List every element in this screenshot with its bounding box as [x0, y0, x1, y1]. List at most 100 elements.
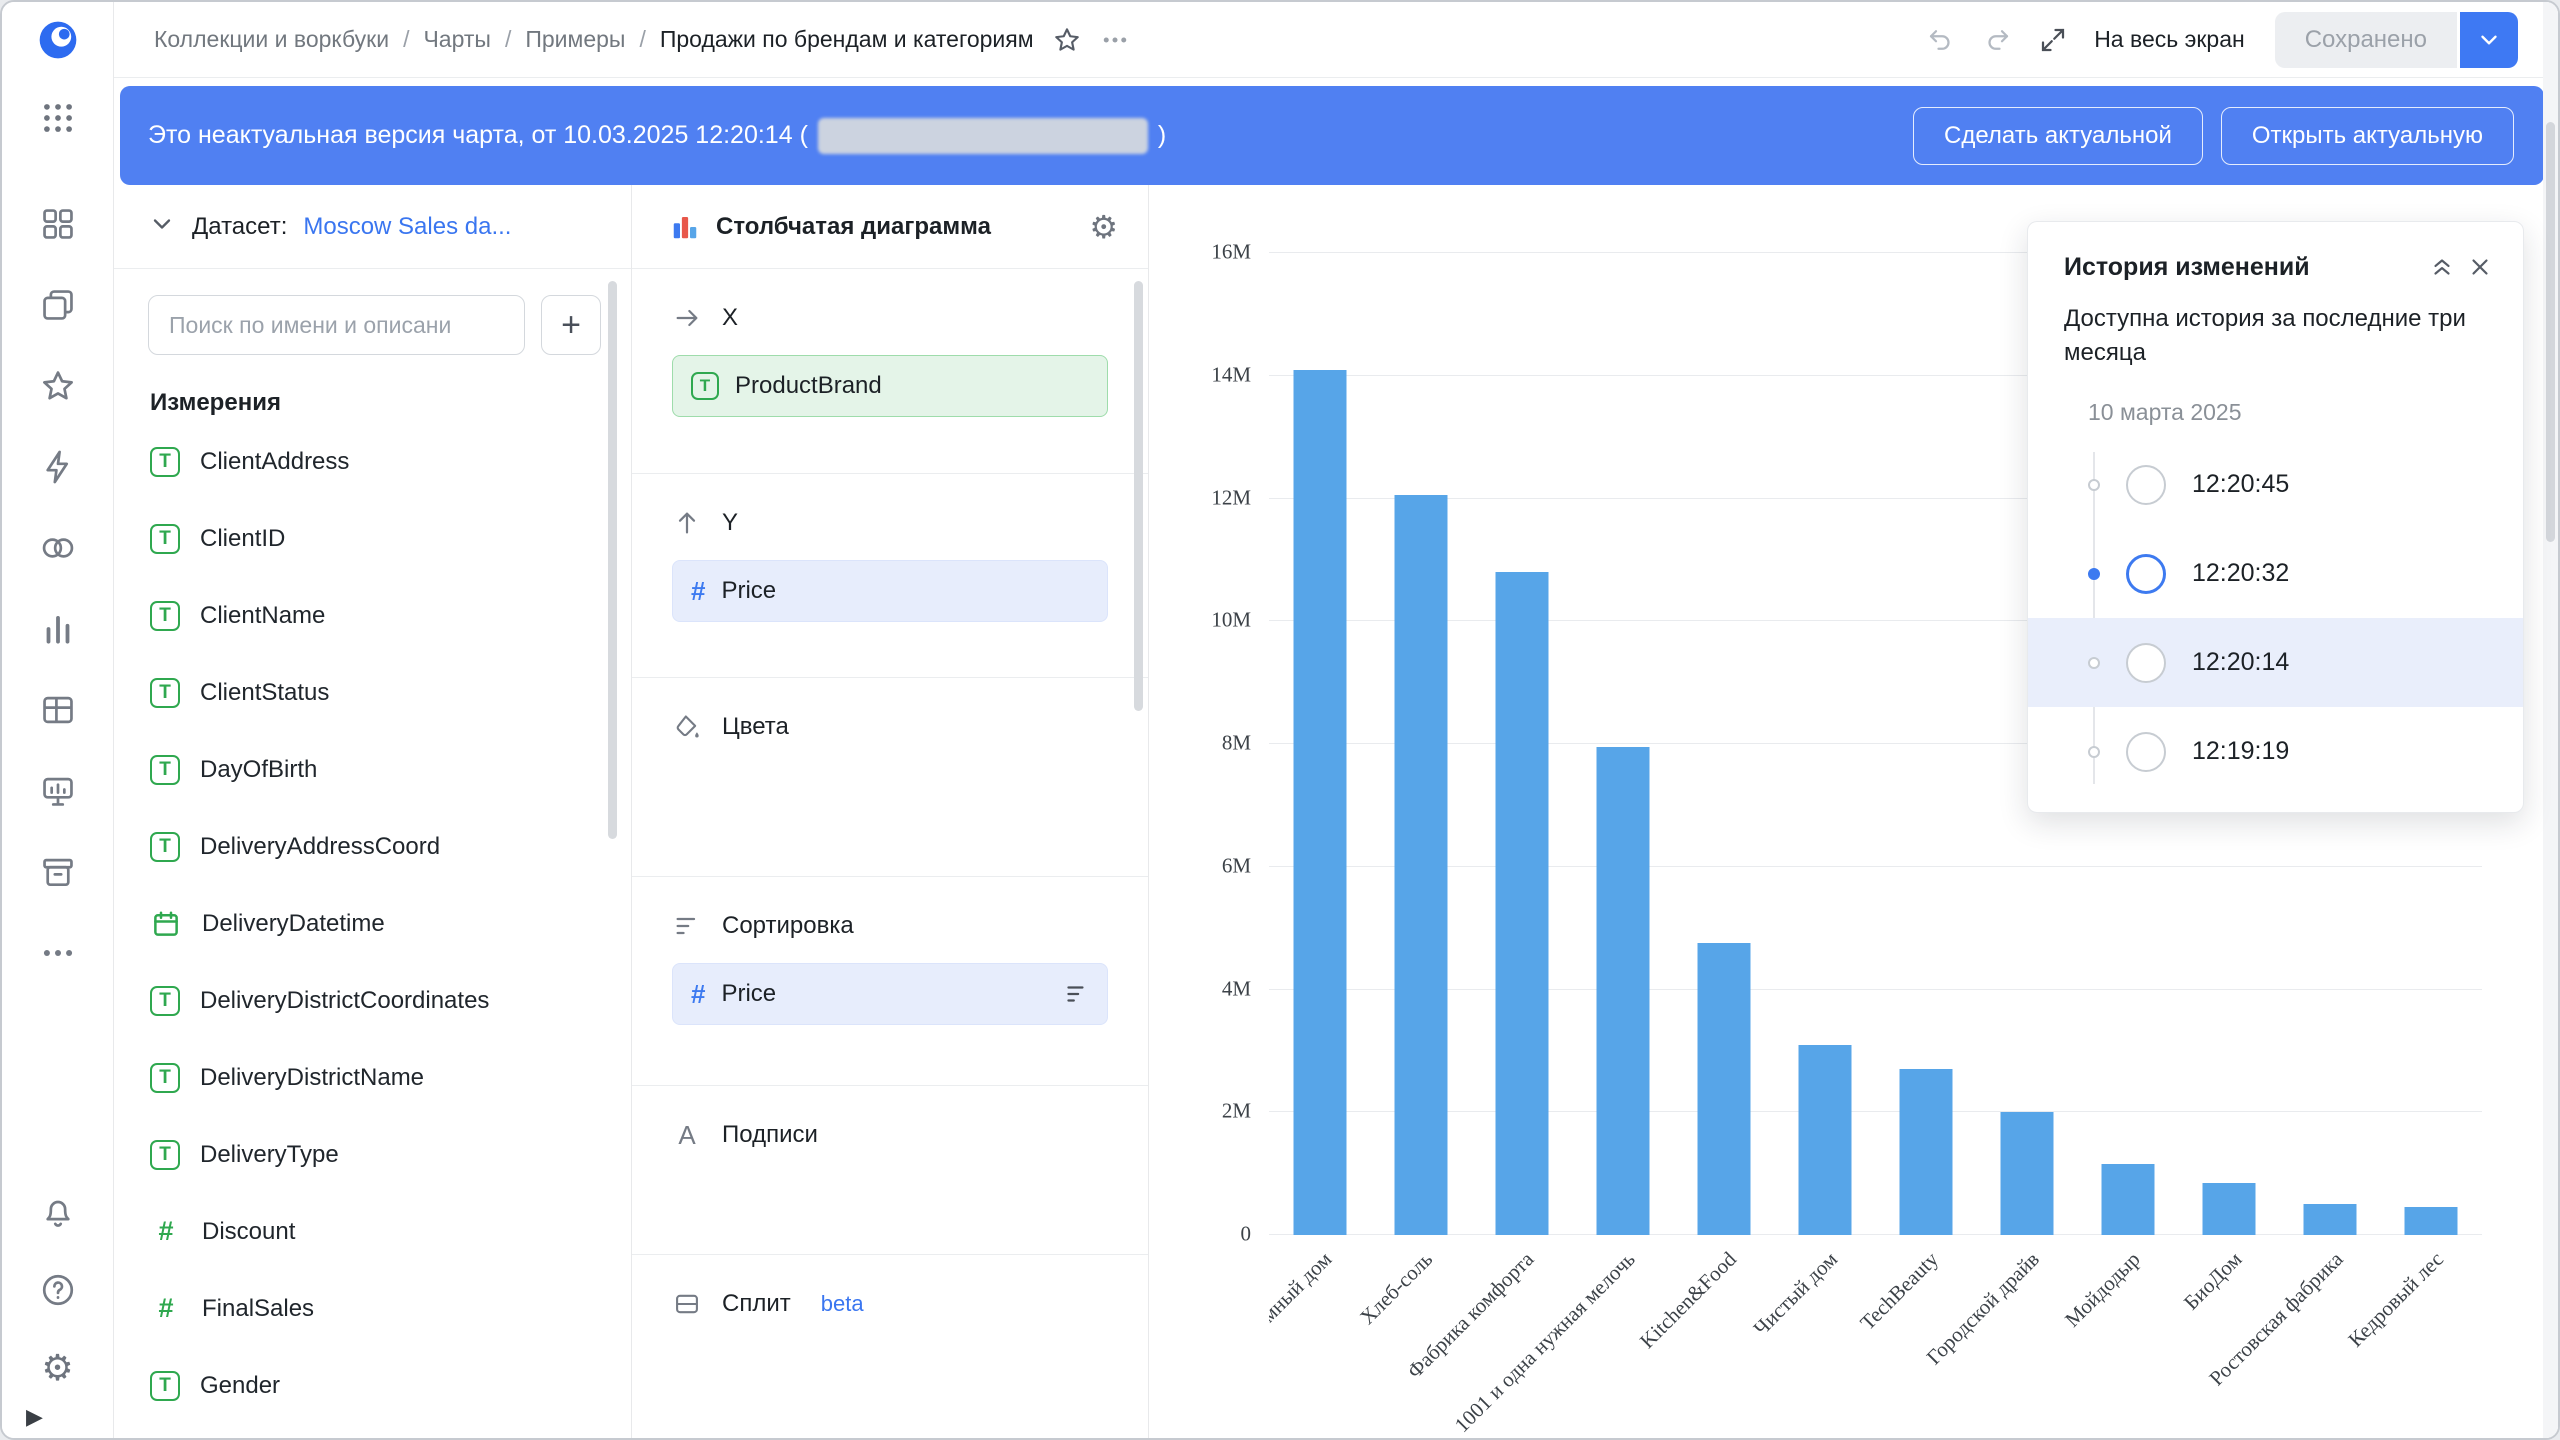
- bar-cell: [1269, 253, 1370, 1235]
- bar[interactable]: [1697, 943, 1750, 1235]
- ellipsis-icon[interactable]: [36, 931, 80, 975]
- field-item[interactable]: TGender: [114, 1347, 631, 1424]
- bar[interactable]: [2405, 1207, 2458, 1235]
- open-actual-button[interactable]: Открыть актуальную: [2221, 107, 2514, 165]
- fullscreen-icon[interactable]: [2038, 25, 2068, 55]
- field-item[interactable]: TDeliveryAddressCoord: [114, 808, 631, 885]
- config-scrollbar[interactable]: [1134, 281, 1143, 711]
- field-search-input[interactable]: [148, 295, 525, 355]
- datalens-logo-icon[interactable]: [36, 18, 80, 62]
- x-section-header: X: [672, 291, 1108, 345]
- version-radio[interactable]: [2126, 732, 2166, 772]
- collapse-up-icon[interactable]: [2423, 248, 2461, 286]
- saved-button[interactable]: Сохранено: [2275, 12, 2457, 68]
- bar[interactable]: [2001, 1112, 2054, 1235]
- version-time: 12:19:19: [2192, 737, 2289, 766]
- x-axis-label: Разумный дом: [1269, 1247, 1337, 1355]
- version-radio[interactable]: [2126, 554, 2166, 594]
- redo-icon[interactable]: [1982, 25, 2012, 55]
- make-actual-button[interactable]: Сделать актуальной: [1913, 107, 2203, 165]
- field-item[interactable]: TDeliveryType: [114, 1116, 631, 1193]
- section-x: X T ProductBrand: [632, 269, 1148, 474]
- breadcrumb: Коллекции и воркбуки / Чарты / Примеры /…: [154, 26, 1034, 53]
- breadcrumb-charts[interactable]: Чарты: [423, 26, 490, 53]
- sort-section-header: Сортировка: [672, 899, 1108, 953]
- collapse-play-icon[interactable]: ▶: [26, 1404, 43, 1430]
- text-type-icon: T: [150, 678, 180, 708]
- save-button-group: Сохранено: [2275, 12, 2518, 68]
- table-icon[interactable]: [36, 688, 80, 732]
- gear-icon[interactable]: ⚙: [36, 1346, 80, 1390]
- x-field-chip[interactable]: T ProductBrand: [672, 355, 1108, 417]
- field-name: FinalSales: [202, 1295, 314, 1323]
- history-subtitle: Доступна история за последние три месяца: [2064, 302, 2487, 369]
- history-title: История изменений: [2064, 253, 2423, 282]
- add-field-button[interactable]: +: [541, 295, 601, 355]
- favorite-star-icon[interactable]: [1052, 25, 1082, 55]
- field-item[interactable]: TClientName: [114, 577, 631, 654]
- field-item[interactable]: TDayOfBirth: [114, 731, 631, 808]
- dataset-header[interactable]: Датасет: Moscow Sales da...: [114, 185, 631, 269]
- history-panel: История изменений Доступна история за по…: [2027, 221, 2524, 813]
- bar[interactable]: [1798, 1045, 1851, 1235]
- chart-type-header[interactable]: Столбчатая диаграмма ⚙: [632, 185, 1148, 269]
- field-search-row: +: [114, 269, 631, 363]
- breadcrumb-separator: /: [403, 26, 409, 53]
- bar[interactable]: [1900, 1069, 1953, 1235]
- save-dropdown-button[interactable]: [2460, 12, 2518, 68]
- bell-icon[interactable]: [36, 1190, 80, 1234]
- chart-settings-gear-icon[interactable]: ⚙: [1089, 211, 1118, 243]
- bolt-icon[interactable]: [36, 445, 80, 489]
- field-name: DeliveryAddressCoord: [200, 833, 440, 861]
- version-radio[interactable]: [2126, 465, 2166, 505]
- page-scrollbar-thumb[interactable]: [2546, 122, 2555, 542]
- monitor-chart-icon[interactable]: [36, 769, 80, 813]
- star-icon[interactable]: [36, 364, 80, 408]
- field-item[interactable]: TClientAddress: [114, 423, 631, 500]
- sort-field-chip[interactable]: # Price: [672, 963, 1108, 1025]
- archive-box-icon[interactable]: [36, 850, 80, 894]
- field-item[interactable]: TClientID: [114, 500, 631, 577]
- bar[interactable]: [2203, 1183, 2256, 1235]
- layers-icon[interactable]: [36, 283, 80, 327]
- field-item[interactable]: TDeliveryDistrictCoordinates: [114, 962, 631, 1039]
- field-item[interactable]: #Discount: [114, 1193, 631, 1270]
- history-entries: 12:20:4512:20:3212:20:14 12:19:19: [2028, 440, 2523, 796]
- x-label-cell: Разумный дом: [1269, 1243, 1370, 1438]
- bar[interactable]: [1293, 370, 1346, 1235]
- field-item[interactable]: #FinalSales: [114, 1270, 631, 1347]
- bar-chart-icon[interactable]: [36, 607, 80, 651]
- undo-icon[interactable]: [1926, 25, 1956, 55]
- y-field-chip[interactable]: # Price: [672, 560, 1108, 622]
- rings-icon[interactable]: [36, 526, 80, 570]
- field-item[interactable]: TDeliveryDistrictName: [114, 1039, 631, 1116]
- bar[interactable]: [1495, 572, 1548, 1235]
- colors-section-header: Цвета: [672, 700, 1108, 754]
- breadcrumb-examples[interactable]: Примеры: [525, 26, 625, 53]
- close-icon[interactable]: [2461, 248, 2499, 286]
- more-options-icon[interactable]: [1100, 25, 1130, 55]
- bar[interactable]: [2102, 1164, 2155, 1235]
- history-entry[interactable]: 12:19:19: [2028, 707, 2523, 796]
- chevron-down-icon[interactable]: [148, 210, 176, 243]
- dataset-name-link[interactable]: Moscow Sales da...: [303, 213, 511, 241]
- y-section-label: Y: [722, 509, 738, 537]
- letter-a-icon: A: [672, 1120, 702, 1151]
- fullscreen-label[interactable]: На весь экран: [2094, 26, 2245, 53]
- bar[interactable]: [1596, 747, 1649, 1235]
- nine-dots-menu-icon[interactable]: [36, 96, 80, 140]
- history-entry[interactable]: 12:20:32: [2028, 529, 2523, 618]
- field-item[interactable]: DeliveryDatetime: [114, 885, 631, 962]
- sort-order-icon[interactable]: [1063, 981, 1089, 1007]
- dataset-scrollbar[interactable]: [608, 281, 617, 839]
- bar[interactable]: [1394, 495, 1447, 1235]
- history-entry[interactable]: 12:20:14: [2028, 618, 2523, 707]
- four-squares-icon[interactable]: [36, 202, 80, 246]
- field-item[interactable]: TClientStatus: [114, 654, 631, 731]
- text-type-icon: T: [150, 1063, 180, 1093]
- question-icon[interactable]: [36, 1268, 80, 1312]
- bar[interactable]: [2304, 1204, 2357, 1235]
- history-entry[interactable]: 12:20:45: [2028, 440, 2523, 529]
- version-radio[interactable]: [2126, 643, 2166, 683]
- breadcrumb-collections[interactable]: Коллекции и воркбуки: [154, 26, 389, 53]
